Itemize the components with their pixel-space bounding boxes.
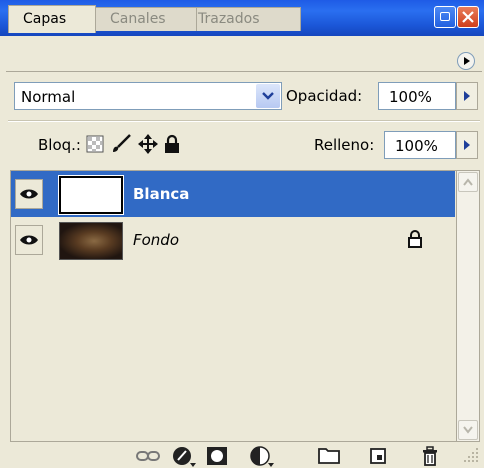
layer-row-blanca[interactable]: Blanca xyxy=(11,171,455,217)
new-layer-icon[interactable] xyxy=(370,446,388,464)
blend-row: Normal Opacidad: 100% xyxy=(14,82,480,112)
padlock-icon[interactable] xyxy=(164,134,180,154)
tab-canales[interactable]: Canales xyxy=(95,7,197,31)
divider-highlight xyxy=(8,121,480,122)
opacity-value: 100% xyxy=(389,88,432,106)
link-icon[interactable] xyxy=(136,450,160,462)
tab-label: Canales xyxy=(110,11,166,27)
adjustment-icon[interactable] xyxy=(248,446,278,468)
eye-icon[interactable] xyxy=(15,225,43,255)
opacity-label: Opacidad: xyxy=(286,87,363,105)
layer-style-icon[interactable] xyxy=(170,446,200,468)
eye-icon[interactable] xyxy=(15,179,43,209)
minimize-icon[interactable] xyxy=(434,6,456,28)
trash-icon[interactable] xyxy=(422,446,438,466)
folder-icon[interactable] xyxy=(318,446,340,464)
layers-toolbar xyxy=(0,442,484,468)
blend-mode-value: Normal xyxy=(21,88,76,106)
layer-thumbnail xyxy=(58,175,124,215)
close-icon[interactable] xyxy=(457,6,479,28)
vertical-scrollbar[interactable] xyxy=(456,170,480,442)
transparency-lock-icon[interactable] xyxy=(86,135,104,153)
layers-palette: Trazados Canales Capas Normal Opacidad: … xyxy=(0,0,484,468)
tab-label: Capas xyxy=(23,11,67,27)
move-lock-icon[interactable] xyxy=(138,134,158,154)
mask-icon[interactable] xyxy=(206,446,228,466)
opacity-input[interactable]: 100% xyxy=(378,82,456,110)
opacity-slider-button[interactable] xyxy=(456,82,478,110)
brush-lock-icon[interactable] xyxy=(110,134,132,154)
padlock-icon xyxy=(408,230,422,248)
layer-row-fondo[interactable]: Fondo xyxy=(11,217,455,263)
lock-label: Bloq.: xyxy=(38,136,81,154)
panel-menu-icon[interactable] xyxy=(457,52,475,70)
fill-value: 100% xyxy=(395,137,438,155)
fill-input[interactable]: 100% xyxy=(384,131,456,159)
tab-capas[interactable]: Capas xyxy=(8,5,96,33)
layers-list: Blanca Fondo xyxy=(10,170,456,442)
layer-name: Blanca xyxy=(133,185,190,203)
tab-trazados[interactable]: Trazados xyxy=(183,7,301,31)
scroll-down-icon[interactable] xyxy=(458,420,478,440)
layer-thumbnail xyxy=(59,222,123,260)
dropdown-arrow-icon[interactable] xyxy=(256,84,280,108)
layer-name: Fondo xyxy=(133,231,180,249)
scroll-up-icon[interactable] xyxy=(458,172,478,192)
fill-label: Relleno: xyxy=(314,136,375,154)
resize-grip-icon[interactable] xyxy=(462,446,480,464)
tab-divider xyxy=(6,71,482,72)
tab-label: Trazados xyxy=(198,11,260,27)
blend-mode-select[interactable]: Normal xyxy=(14,82,282,110)
fill-slider-button[interactable] xyxy=(456,131,478,159)
